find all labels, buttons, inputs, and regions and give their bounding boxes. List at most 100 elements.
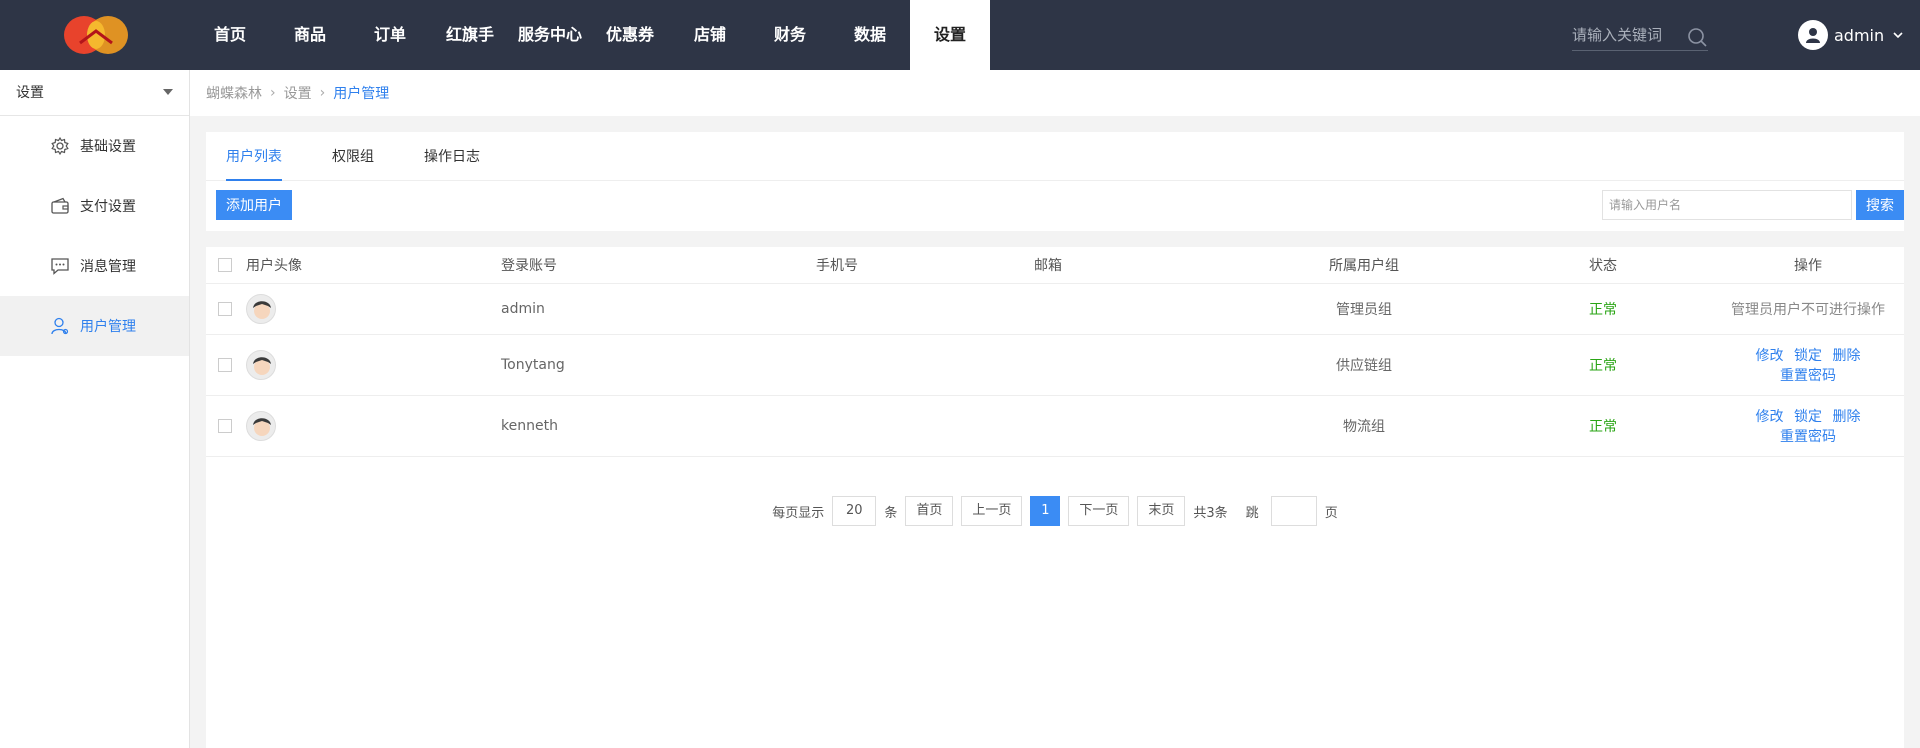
phone-cell — [816, 395, 1034, 457]
toolbar: 添加用户 搜索 — [206, 181, 1904, 231]
header-search-input[interactable] — [1572, 21, 1680, 49]
main-panel: 用户列表 权限组 操作日志 添加用户 搜索 用户头像 登录账号 手机号 邮箱 所… — [206, 132, 1904, 748]
nav-finance[interactable]: 财务 — [750, 0, 830, 70]
nav-store[interactable]: 店铺 — [670, 0, 750, 70]
per-page-label: 每页显示 — [772, 505, 825, 521]
message-icon — [51, 258, 69, 275]
email-cell — [1034, 395, 1234, 457]
account-cell: Tonytang — [501, 334, 816, 396]
sidebar-item-basic[interactable]: 基础设置 — [0, 116, 189, 176]
prev-page-button[interactable]: 上一页 — [961, 496, 1023, 526]
phone-cell — [816, 334, 1034, 396]
sidebar-select[interactable]: 设置 — [0, 70, 189, 116]
delete-link[interactable]: 删除 — [1832, 409, 1860, 425]
nav-products[interactable]: 商品 — [270, 0, 350, 70]
nav-orders[interactable]: 订单 — [350, 0, 430, 70]
table-row: admin 管理员组 正常 管理员用户不可进行操作 — [206, 283, 1904, 335]
tab-permissions[interactable]: 权限组 — [332, 132, 374, 181]
total-count: 共3条 — [1193, 505, 1228, 521]
col-avatar: 用户头像 — [246, 247, 501, 284]
sidebar-item-label: 用户管理 — [80, 319, 136, 335]
top-bar: 首页 商品 订单 红旗手 服务中心 优惠券 店铺 财务 数据 设置 admin — [0, 0, 1920, 70]
logo-icon[interactable] — [60, 13, 132, 57]
col-account: 登录账号 — [501, 247, 816, 284]
group-cell: 供应链组 — [1234, 334, 1494, 396]
nav-flag[interactable]: 红旗手 — [430, 0, 510, 70]
col-phone: 手机号 — [816, 247, 1034, 284]
per-page-input[interactable]: 20 — [832, 496, 877, 526]
main-nav: 首页 商品 订单 红旗手 服务中心 优惠券 店铺 财务 数据 设置 — [190, 0, 990, 70]
col-operations: 操作 — [1712, 247, 1904, 284]
breadcrumb: 蝴蝶森林 › 设置 › 用户管理 — [190, 70, 1920, 116]
tab-bar: 用户列表 权限组 操作日志 — [206, 132, 1904, 181]
email-cell — [1034, 283, 1234, 335]
operations-cell: 修改 锁定 删除 重置密码 — [1712, 395, 1904, 457]
sidebar-item-users[interactable]: 用户管理 — [0, 296, 189, 356]
jump-label: 跳 — [1245, 505, 1259, 521]
lock-link[interactable]: 锁定 — [1794, 409, 1822, 425]
wallet-icon — [51, 197, 69, 214]
user-icon — [51, 317, 69, 335]
sidebar-item-messages[interactable]: 消息管理 — [0, 236, 189, 296]
edit-link[interactable]: 修改 — [1756, 409, 1784, 425]
nav-home[interactable]: 首页 — [190, 0, 270, 70]
delete-link[interactable]: 删除 — [1832, 348, 1860, 364]
status-cell: 正常 — [1494, 283, 1712, 335]
reset-password-link[interactable]: 重置密码 — [1780, 368, 1836, 384]
table-header-row: 用户头像 登录账号 手机号 邮箱 所属用户组 状态 操作 — [206, 247, 1904, 284]
row-checkbox[interactable] — [218, 418, 232, 433]
search-button[interactable]: 搜索 — [1856, 190, 1904, 220]
last-page-button[interactable]: 末页 — [1137, 496, 1186, 526]
tab-operation-log[interactable]: 操作日志 — [424, 132, 480, 181]
sidebar-item-label: 基础设置 — [80, 139, 136, 155]
breadcrumb-current: 用户管理 — [333, 86, 390, 102]
user-avatar-icon — [1798, 20, 1828, 50]
pagination: 每页显示 20 条 首页 上一页 1 下一页 末页 共3条 跳 页 — [206, 495, 1904, 527]
account-cell: kenneth — [501, 395, 816, 457]
phone-cell — [816, 283, 1034, 335]
lock-link[interactable]: 锁定 — [1794, 348, 1822, 364]
nav-settings[interactable]: 设置 — [910, 0, 990, 70]
avatar-cell — [246, 395, 501, 457]
row-checkbox[interactable] — [218, 301, 232, 316]
avatar — [246, 349, 276, 380]
breadcrumb-separator-icon: › — [270, 85, 276, 101]
user-name: admin — [1834, 25, 1885, 45]
tab-user-list[interactable]: 用户列表 — [226, 132, 282, 181]
row-select-cell — [206, 395, 246, 457]
user-menu[interactable]: admin — [1798, 20, 1904, 50]
sidebar: 设置 基础设置 支付设置 消息管理 用户管理 — [0, 70, 190, 748]
nav-data[interactable]: 数据 — [830, 0, 910, 70]
sidebar-item-label: 支付设置 — [80, 199, 136, 215]
breadcrumb-home[interactable]: 蝴蝶森林 — [206, 83, 262, 103]
status-cell: 正常 — [1494, 334, 1712, 396]
row-checkbox[interactable] — [218, 357, 232, 372]
operations-cell: 修改 锁定 删除 重置密码 — [1712, 334, 1904, 396]
nav-coupons[interactable]: 优惠券 — [590, 0, 670, 70]
sidebar-item-label: 消息管理 — [80, 259, 136, 275]
current-page-button[interactable]: 1 — [1030, 496, 1061, 526]
col-group: 所属用户组 — [1234, 247, 1494, 284]
sidebar-item-payment[interactable]: 支付设置 — [0, 176, 189, 236]
add-user-button[interactable]: 添加用户 — [216, 190, 292, 220]
first-page-button[interactable]: 首页 — [905, 496, 954, 526]
username-search-input[interactable] — [1602, 190, 1852, 220]
breadcrumb-settings[interactable]: 设置 — [284, 83, 312, 103]
chevron-down-icon — [1893, 32, 1903, 39]
row-select-cell — [206, 334, 246, 396]
nav-service[interactable]: 服务中心 — [510, 0, 590, 70]
operation-note: 管理员用户不可进行操作 — [1712, 283, 1904, 335]
reset-password-link[interactable]: 重置密码 — [1780, 429, 1836, 445]
jump-page-input[interactable] — [1270, 496, 1317, 526]
select-all-checkbox[interactable] — [218, 257, 232, 272]
group-cell: 物流组 — [1234, 395, 1494, 457]
next-page-button[interactable]: 下一页 — [1068, 496, 1130, 526]
page-unit: 页 — [1324, 505, 1338, 521]
search-icon[interactable] — [1686, 26, 1708, 48]
col-status: 状态 — [1494, 247, 1712, 284]
col-email: 邮箱 — [1034, 247, 1234, 284]
gear-icon — [51, 136, 69, 156]
table-row: kenneth 物流组 正常 修改 锁定 删除 重置密码 — [206, 395, 1904, 457]
edit-link[interactable]: 修改 — [1756, 348, 1784, 364]
status-cell: 正常 — [1494, 395, 1712, 457]
